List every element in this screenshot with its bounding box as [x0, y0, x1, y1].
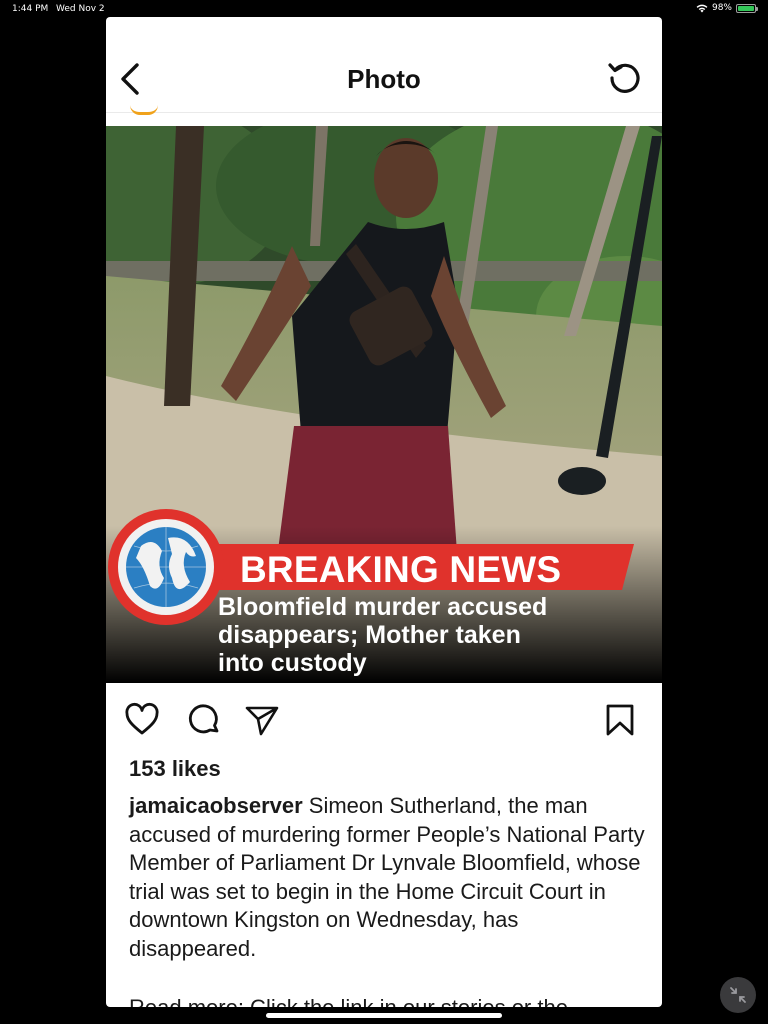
headline-line: Bloomfield murder accused: [218, 593, 548, 621]
comment-icon: [189, 704, 219, 734]
refresh-button[interactable]: [606, 59, 642, 95]
status-right: 98%: [696, 3, 758, 13]
collapse-arrows-icon: [730, 987, 746, 1003]
bookmark-icon: [606, 704, 634, 736]
status-time: 1:44 PM: [12, 4, 49, 14]
caption-text: Simeon Sutherland, the man accused of mu…: [129, 793, 645, 961]
like-button[interactable]: [124, 702, 160, 738]
header-bar: Photo: [106, 17, 662, 115]
breaking-news-banner: BREAKING NEWS: [218, 546, 628, 592]
battery-percent: 98%: [711, 3, 732, 13]
battery-fill: [738, 5, 754, 11]
avatar-ring-edge: [130, 105, 158, 115]
post-actions: [106, 698, 662, 742]
post-caption: jamaicaobserver Simeon Sutherland, the m…: [129, 792, 649, 963]
likes-count[interactable]: 153 likes: [129, 756, 221, 782]
breaking-news-label: BREAKING NEWS: [240, 549, 562, 590]
image-headline: Bloomfield murder accused disappears; Mo…: [218, 593, 638, 677]
send-icon: [245, 706, 279, 736]
refresh-icon: [608, 63, 640, 93]
wifi-icon: [696, 4, 708, 12]
comment-button[interactable]: [186, 702, 222, 738]
post-photo[interactable]: BREAKING NEWS Bloomfield murder accused …: [106, 126, 662, 683]
page-title: Photo: [347, 64, 421, 94]
battery-icon: [736, 3, 758, 13]
heart-icon: [125, 702, 159, 735]
instagram-post-card: Photo BREAKING NEWS Bloomfield murder ac…: [106, 17, 662, 1007]
status-date: Wed Nov 2: [56, 4, 105, 14]
home-indicator[interactable]: [266, 1013, 502, 1018]
minimize-button[interactable]: [720, 977, 756, 1013]
status-bar: 1:44 PM Wed Nov 2 98%: [0, 0, 768, 18]
read-more-text: Read more: Click the link in our stories…: [129, 995, 649, 1007]
caption-username[interactable]: jamaicaobserver: [129, 793, 303, 818]
save-button[interactable]: [602, 702, 638, 738]
share-button[interactable]: [244, 702, 280, 738]
globe-icon: [108, 509, 224, 625]
headline-line: disappears; Mother taken: [218, 621, 521, 649]
headline-line: into custody: [218, 649, 367, 677]
